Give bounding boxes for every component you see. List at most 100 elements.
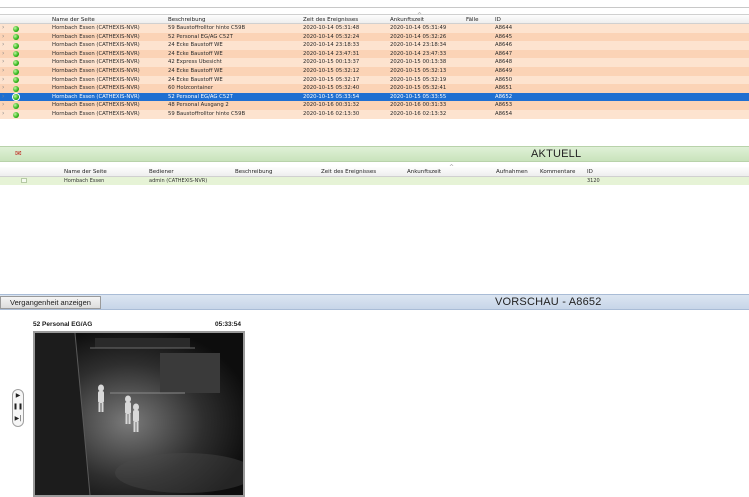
table-row[interactable]: › Hornbach Essen (CATHEXIS-NVR) 24 Ecke Ba…	[0, 49, 749, 59]
vorschau-title: VORSCHAU - A8652	[495, 296, 602, 308]
cell-beschreibung: 24 Ecke Baustoff WE	[168, 68, 223, 74]
cell-zeit: 2020-10-14 23:47:31	[303, 50, 360, 57]
chevron-right-icon[interactable]: ›	[2, 93, 4, 100]
table-row[interactable]: › Hornbach Essen (CATHEXIS-NVR) 52 Persona…	[0, 32, 749, 42]
cell-beschreibung: 59 Baustoffrolltor hinte C59B	[168, 25, 246, 31]
camera-time: 05:33:54	[215, 321, 242, 328]
cell-zeit: 2020-10-14 05:31:48	[303, 25, 360, 31]
camera-frame-image	[35, 333, 243, 495]
green-dot-icon	[13, 51, 19, 58]
cell-name: Hornbach Essen (CATHEXIS-NVR)	[52, 93, 140, 100]
akt-col-beschreibung[interactable]: Beschreibung	[235, 169, 273, 175]
vorschau-bar: Vergangenheit anzeigen VORSCHAU - A8652	[0, 294, 749, 310]
aktuell-row[interactable]: Hornbach Essen admin (CATHEXIS-NVR) 3120	[0, 177, 749, 185]
green-dot-icon	[13, 34, 19, 41]
cell-id: A8654	[495, 111, 513, 117]
top-strip	[0, 0, 749, 8]
green-dot-icon	[13, 85, 19, 92]
pause-icon[interactable]: ❚❚	[13, 403, 23, 410]
cell-id: A8644	[495, 25, 513, 31]
cell-zeit: 2020-10-15 05:33:54	[303, 93, 360, 100]
cell-ankunft: 2020-10-14 23:18:34	[390, 42, 447, 49]
green-dot-icon	[13, 25, 19, 32]
table-row[interactable]: › Hornbach Essen (CATHEXIS-NVR) 42 Express…	[0, 58, 749, 67]
akt-col-id[interactable]: ID	[587, 169, 593, 175]
cell-name: Hornbach Essen (CATHEXIS-NVR)	[52, 111, 140, 117]
cell-name: Hornbach Essen (CATHEXIS-NVR)	[52, 76, 140, 83]
cell-name: Hornbach Essen (CATHEXIS-NVR)	[52, 42, 140, 49]
cell-beschreibung: 24 Ecke Baustoff WE	[168, 76, 223, 83]
table-row[interactable]: › Hornbach Essen (CATHEXIS-NVR) 24 Ecke Ba…	[0, 75, 749, 85]
chevron-right-icon[interactable]: ›	[2, 76, 4, 83]
akt-col-name[interactable]: Name der Seite	[64, 169, 107, 175]
cell-ankunft: 2020-10-15 05:32:41	[390, 85, 447, 92]
camera-preview[interactable]	[33, 331, 245, 497]
chevron-right-icon[interactable]: ›	[2, 110, 4, 117]
col-beschreibung-header[interactable]: Beschreibung	[168, 17, 206, 23]
cell-beschreibung: 48 Personal Ausgang 2	[168, 102, 229, 109]
chevron-right-icon[interactable]: ›	[2, 101, 4, 108]
cell-zeit: 2020-10-15 05:32:17	[303, 76, 360, 83]
cell-beschreibung: 60 Holzcontainer	[168, 85, 213, 92]
row-checkbox-icon[interactable]	[21, 178, 27, 183]
history-button[interactable]: Vergangenheit anzeigen	[0, 296, 101, 309]
chevron-right-icon[interactable]: ›	[2, 41, 4, 48]
cell-name: Hornbach Essen (CATHEXIS-NVR)	[52, 25, 140, 31]
col-name-header[interactable]: Name der Seite	[52, 17, 95, 23]
green-dot-icon	[13, 42, 19, 49]
akt-col-kommentare[interactable]: Kommentare	[540, 169, 575, 175]
cell-ankunft: 2020-10-15 05:32:19	[390, 76, 447, 83]
green-dot-icon	[13, 68, 19, 75]
cell-ankunft: 2020-10-16 00:31:33	[390, 102, 447, 109]
chevron-right-icon[interactable]: ›	[2, 24, 4, 31]
alarm-table-header: Name der Seite Beschreibung Zeit des Ere…	[0, 12, 749, 24]
chevron-right-icon[interactable]: ›	[2, 50, 4, 57]
table-row[interactable]: › Hornbach Essen (CATHEXIS-NVR) 59 Baustof…	[0, 24, 749, 33]
col-zeit-header[interactable]: Zeit des Ereignisses	[303, 17, 358, 23]
cell-ankunft: 2020-10-15 05:33:55	[390, 93, 447, 100]
chevron-right-icon[interactable]: ›	[2, 67, 4, 74]
cell-zeit: 2020-10-15 00:13:37	[303, 59, 360, 66]
cell-name: Hornbach Essen (CATHEXIS-NVR)	[52, 59, 140, 66]
cell-ankunft: 2020-10-14 23:47:33	[390, 50, 447, 57]
akt-cell-name: Hornbach Essen	[64, 178, 105, 184]
sort-up-icon: ^	[417, 12, 423, 19]
akt-col-ankunft[interactable]: Ankunftszeit	[407, 169, 441, 175]
green-dot-icon	[13, 77, 19, 84]
table-row[interactable]: › Hornbach Essen (CATHEXIS-NVR) 24 Ecke Ba…	[0, 67, 749, 76]
table-row[interactable]: › Hornbach Essen (CATHEXIS-NVR) 24 Ecke Ba…	[0, 41, 749, 50]
table-row[interactable]: › Hornbach Essen (CATHEXIS-NVR) 48 Persona…	[0, 101, 749, 110]
akt-col-bediener[interactable]: Bediener	[149, 169, 174, 175]
table-row[interactable]: › Hornbach Essen (CATHEXIS-NVR) 60 Holzcon…	[0, 84, 749, 93]
aktuell-bar: ✉ AKTUELL	[0, 146, 749, 162]
cell-name: Hornbach Essen (CATHEXIS-NVR)	[52, 102, 140, 109]
cell-beschreibung: 52 Personal EG/AG C52T	[168, 33, 233, 40]
cell-id: A8648	[495, 59, 513, 66]
cell-id: A8651	[495, 85, 513, 92]
chevron-right-icon[interactable]: ›	[2, 33, 4, 40]
cell-zeit: 2020-10-16 02:13:30	[303, 111, 360, 117]
green-dot-icon	[13, 102, 19, 109]
chevron-right-icon[interactable]: ›	[2, 84, 4, 91]
alarm-bell-icon[interactable]: ✉	[15, 149, 22, 158]
chevron-right-icon[interactable]: ›	[2, 58, 4, 65]
cell-ankunft: 2020-10-14 05:31:49	[390, 25, 447, 31]
table-row[interactable]: › Hornbach Essen (CATHEXIS-NVR) 59 Baustof…	[0, 110, 749, 119]
cell-beschreibung: 59 Baustoffrolltor hinte C59B	[168, 111, 246, 117]
col-faelle-header[interactable]: Fälle	[466, 17, 478, 23]
green-dot-icon	[13, 111, 19, 118]
akt-cell-bediener: admin (CATHEXIS-NVR)	[149, 178, 208, 184]
cell-id: A8649	[495, 68, 513, 74]
col-id-header[interactable]: ID	[495, 17, 501, 23]
akt-col-zeit[interactable]: Zeit des Ereignisses	[321, 169, 376, 175]
play-icon[interactable]: ▶	[13, 392, 23, 399]
table-row[interactable]: › Hornbach Essen (CATHEXIS-NVR) 52 Persona…	[0, 92, 749, 102]
cell-name: Hornbach Essen (CATHEXIS-NVR)	[52, 50, 140, 57]
aktuell-title: AKTUELL	[531, 148, 582, 160]
step-forward-icon[interactable]: ▶|	[13, 415, 23, 422]
camera-name: 52 Personal EG/AG	[33, 321, 93, 328]
cell-zeit: 2020-10-14 05:32:24	[303, 33, 360, 40]
cell-name: Hornbach Essen (CATHEXIS-NVR)	[52, 68, 140, 74]
akt-col-aufnahmen[interactable]: Aufnahmen	[496, 169, 528, 175]
cell-id: A8652	[495, 93, 513, 100]
